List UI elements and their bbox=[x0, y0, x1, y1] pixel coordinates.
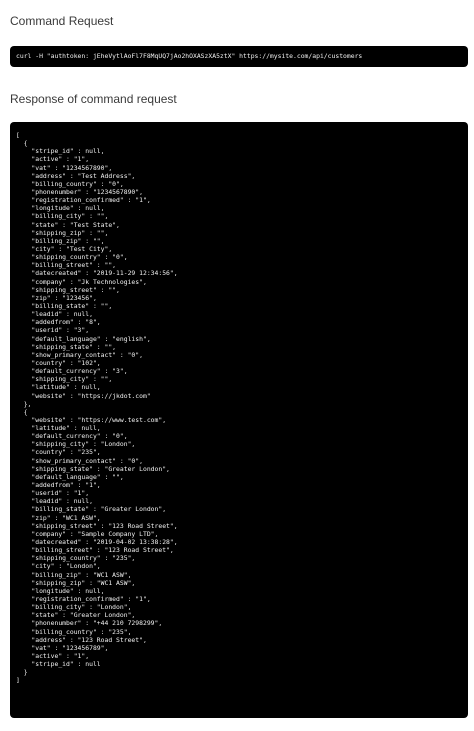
json-line: "country" : "235", bbox=[16, 448, 101, 457]
json-line: "userid" : "3", bbox=[16, 326, 90, 335]
command-text[interactable]: curl -H "authtoken: jEheVytlAoFl7F8MqUQ7… bbox=[16, 52, 362, 60]
json-line: "shipping_zip" : "WC1 ASW", bbox=[16, 578, 136, 587]
json-line: }, bbox=[16, 399, 32, 408]
json-line: { bbox=[16, 407, 28, 416]
json-line: "zip" : "WC1 ASW", bbox=[16, 513, 101, 522]
json-line: "stripe_id" : null bbox=[16, 660, 101, 669]
response-json-lines: [ { "stripe_id" : null, "active" : "1", … bbox=[16, 131, 468, 685]
json-line: "registration_confirmed" : "1", bbox=[16, 196, 151, 205]
json-line: [ bbox=[16, 131, 20, 139]
json-line: "registration_confirmed" : "1", bbox=[16, 595, 151, 604]
json-line: "active" : "1", bbox=[16, 155, 90, 164]
json-line: "billing_zip" : "WC1 ASW", bbox=[16, 570, 132, 579]
json-line: "billing_street" : "", bbox=[16, 261, 117, 270]
json-line: "country" : "102", bbox=[16, 358, 101, 367]
json-line: "website" : "https://www.test.com", bbox=[16, 415, 167, 424]
json-line: "company" : "Sample Company LTD", bbox=[16, 529, 159, 538]
json-line: "shipping_city" : "", bbox=[16, 375, 113, 384]
json-line: "billing_country" : "0", bbox=[16, 179, 124, 188]
json-line: "billing_city" : "", bbox=[16, 212, 109, 221]
json-line: "city" : "Test City", bbox=[16, 244, 113, 253]
json-line: "phonenumber" : "1234567890", bbox=[16, 187, 143, 196]
response-code-block[interactable]: [ { "stripe_id" : null, "active" : "1", … bbox=[10, 122, 468, 718]
json-line: "shipping_zip" : "", bbox=[16, 228, 109, 237]
json-line: "default_currency" : "0", bbox=[16, 432, 128, 441]
json-line: "zip" : "123456", bbox=[16, 293, 97, 302]
json-line: "phonenumber" : "+44 210 7298299", bbox=[16, 619, 163, 628]
json-line: "city" : "London", bbox=[16, 562, 101, 571]
json-line: "shipping_state" : "Greater London", bbox=[16, 464, 170, 473]
json-line: "vat" : "123456789", bbox=[16, 643, 109, 652]
json-line: "billing_street" : "123 Road Street", bbox=[16, 546, 174, 555]
json-line: "longitude" : null, bbox=[16, 586, 105, 595]
command-code-block[interactable]: curl -H "authtoken: jEheVytlAoFl7F8MqUQ7… bbox=[10, 46, 468, 67]
json-line: ] bbox=[16, 676, 20, 685]
json-line: "billing_city" : "London", bbox=[16, 603, 132, 612]
json-line: "website" : "https://jkdot.com" bbox=[16, 391, 151, 400]
json-line: "addedfrom" : "8", bbox=[16, 318, 101, 327]
json-line: "shipping_country" : "235", bbox=[16, 554, 136, 563]
json-line: "address" : "123 Road Street", bbox=[16, 635, 147, 644]
json-line: "shipping_city" : "London", bbox=[16, 440, 136, 449]
json-line: "default_language" : "english", bbox=[16, 334, 151, 343]
json-line: "vat" : "1234567890", bbox=[16, 163, 113, 172]
json-line: "shipping_state" : "", bbox=[16, 342, 117, 351]
json-line: "shipping_street" : "", bbox=[16, 285, 120, 294]
json-line: "datecreated" : "2019-04-02 13:38:28", bbox=[16, 538, 178, 547]
json-line: "billing_country" : "235", bbox=[16, 627, 132, 636]
json-line: "addedfrom" : "1", bbox=[16, 481, 101, 490]
json-line: "longitude" : null, bbox=[16, 204, 105, 213]
json-line: "address" : "Test Address", bbox=[16, 171, 136, 180]
json-line: } bbox=[16, 668, 28, 677]
json-line: "show_primary_contact" : "0", bbox=[16, 456, 143, 465]
json-line: "company" : "Jk Technologies", bbox=[16, 277, 147, 286]
json-line: "show_primary_contact" : "0", bbox=[16, 350, 143, 359]
json-line: "datecreated" : "2019-11-29 12:34:56", bbox=[16, 269, 178, 278]
json-line: "state" : "Greater London", bbox=[16, 611, 136, 620]
json-line: "latitude" : null, bbox=[16, 424, 101, 433]
json-line: "leadid" : null, bbox=[16, 497, 93, 506]
json-line: "stripe_id" : null, bbox=[16, 147, 105, 156]
json-line: { bbox=[16, 139, 28, 148]
response-heading: Response of command request bbox=[10, 92, 177, 106]
json-line: "default_language" : "", bbox=[16, 472, 124, 481]
json-line: "userid" : "1", bbox=[16, 489, 90, 498]
json-line: "billing_state" : "", bbox=[16, 301, 113, 310]
json-line: "active" : "1", bbox=[16, 652, 90, 660]
json-line: "latitude" : null, bbox=[16, 383, 101, 392]
json-line: "default_currency" : "3", bbox=[16, 367, 128, 376]
command-request-heading: Command Request bbox=[10, 14, 114, 28]
json-line: "state" : "Test State", bbox=[16, 220, 120, 229]
json-line: "billing_state" : "Greater London", bbox=[16, 505, 167, 514]
json-line: "shipping_country" : "0", bbox=[16, 253, 128, 262]
json-line: "shipping_street" : "123 Road Street", bbox=[16, 521, 178, 530]
json-line: "billing_zip" : "", bbox=[16, 236, 105, 245]
json-line: "leadid" : null, bbox=[16, 310, 93, 319]
